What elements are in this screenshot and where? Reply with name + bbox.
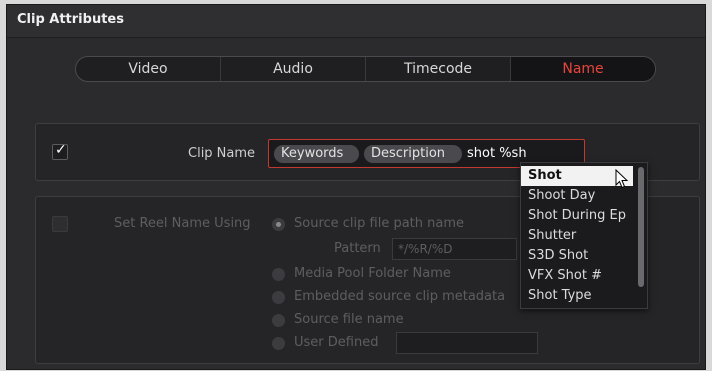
- attribute-tabs: Video Audio Timecode Name: [75, 56, 656, 82]
- dropdown-item-shot-type[interactable]: Shot Type: [521, 286, 633, 306]
- option-source-clip-path: Source clip file path name: [294, 216, 465, 231]
- clip-name-label: Clip Name: [188, 146, 256, 161]
- dropdown-item-shutter[interactable]: Shutter: [521, 226, 633, 246]
- description-chip[interactable]: Description: [364, 145, 462, 163]
- reel-name-checkbox[interactable]: [52, 216, 68, 232]
- dropdown-scrollbar[interactable]: [638, 167, 644, 287]
- checkmark-icon: ✓: [55, 142, 67, 158]
- dropdown-item-shoot-day[interactable]: Shoot Day: [521, 186, 633, 206]
- tab-timecode[interactable]: Timecode: [366, 57, 511, 81]
- tab-name[interactable]: Name: [511, 57, 655, 81]
- reel-name-label: Set Reel Name Using: [114, 216, 251, 231]
- pattern-input[interactable]: */%R/%D: [392, 238, 517, 260]
- tab-video[interactable]: Video: [76, 57, 221, 81]
- window-title: Clip Attributes: [17, 12, 124, 27]
- user-defined-input[interactable]: [396, 332, 538, 354]
- dropdown-item-vfx-shot[interactable]: VFX Shot #: [521, 266, 633, 286]
- option-source-file-name: Source file name: [294, 312, 404, 327]
- dropdown-item-shot-during-ep[interactable]: Shot During Ep: [521, 206, 633, 226]
- radio-embedded-metadata[interactable]: [272, 291, 285, 304]
- dropdown-item-s3d-shot[interactable]: S3D Shot: [521, 246, 633, 266]
- option-user-defined: User Defined: [294, 335, 379, 350]
- tab-audio[interactable]: Audio: [221, 57, 366, 81]
- radio-media-pool-folder[interactable]: [272, 268, 285, 281]
- radio-source-file-name[interactable]: [272, 314, 285, 327]
- clip-name-checkbox[interactable]: ✓: [52, 142, 68, 160]
- pattern-label: Pattern: [334, 241, 381, 256]
- radio-source-clip-path[interactable]: [272, 218, 285, 231]
- keywords-chip[interactable]: Keywords: [274, 145, 359, 163]
- option-media-pool-folder: Media Pool Folder Name: [294, 266, 451, 281]
- keyword-suggestion-dropdown: Shot Shoot Day Shot During Ep Shutter S3…: [520, 162, 648, 309]
- mouse-cursor-icon: [615, 169, 629, 189]
- radio-user-defined[interactable]: [272, 337, 285, 350]
- option-embedded-metadata: Embedded source clip metadata: [294, 289, 506, 304]
- window-titlebar: Clip Attributes: [7, 5, 705, 38]
- clip-name-typed-text: shot %sh: [467, 146, 527, 161]
